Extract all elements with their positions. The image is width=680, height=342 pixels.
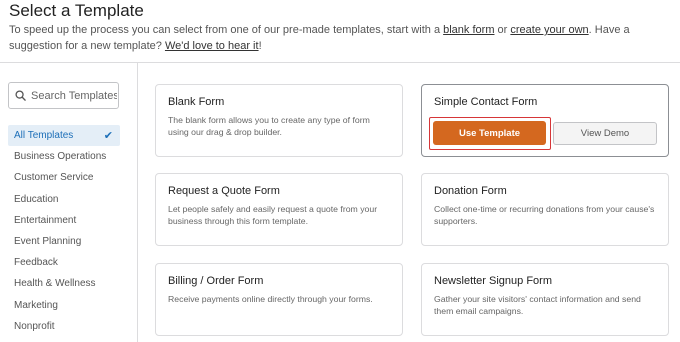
blank-form-link[interactable]: blank form: [443, 24, 494, 36]
template-name: Billing / Order Form: [168, 275, 264, 287]
template-name: Newsletter Signup Form: [434, 275, 552, 287]
category-customer-service[interactable]: Customer Service: [8, 167, 120, 188]
search-input[interactable]: [31, 89, 117, 102]
category-list: All Templates ✔ Business Operations Custo…: [8, 125, 120, 337]
template-description: Collect one-time or recurring donations …: [434, 204, 655, 226]
suggestion-link[interactable]: We'd love to hear it: [165, 40, 259, 52]
category-marketing[interactable]: Marketing: [8, 295, 120, 316]
create-own-link[interactable]: create your own: [510, 24, 588, 36]
category-entertainment[interactable]: Entertainment: [8, 210, 120, 231]
template-name: Request a Quote Form: [168, 185, 280, 197]
category-nonprofit[interactable]: Nonprofit: [8, 316, 120, 337]
template-name: Blank Form: [168, 96, 225, 108]
template-description: Receive payments online directly through…: [168, 294, 373, 304]
template-card-request-quote[interactable]: Request a Quote Form Let people safely a…: [155, 173, 403, 246]
search-box[interactable]: [8, 82, 119, 109]
template-card-billing-order[interactable]: Billing / Order Form Receive payments on…: [155, 263, 403, 336]
header-divider: [0, 62, 680, 63]
category-health-wellness[interactable]: Health & Wellness: [8, 273, 120, 294]
category-education[interactable]: Education: [8, 189, 120, 210]
template-card-newsletter-signup[interactable]: Newsletter Signup Form Gather your site …: [421, 263, 669, 336]
template-description: Let people safely and easily request a q…: [168, 204, 378, 226]
template-description: The blank form allows you to create any …: [168, 115, 370, 137]
intro-text: To speed up the process you can select f…: [9, 24, 630, 52]
checkmark-icon: ✔: [103, 130, 113, 143]
template-description: Gather your site visitors' contact infor…: [434, 294, 641, 316]
category-business-operations[interactable]: Business Operations: [8, 146, 120, 167]
view-demo-button[interactable]: View Demo: [553, 122, 657, 145]
template-name: Simple Contact Form: [434, 96, 538, 108]
sidebar-divider: [137, 63, 138, 342]
category-all-templates[interactable]: All Templates ✔: [8, 125, 120, 147]
page-title: Select a Template: [9, 1, 144, 20]
category-feedback[interactable]: Feedback: [8, 252, 120, 273]
category-event-planning[interactable]: Event Planning: [8, 231, 120, 252]
search-icon: [15, 90, 26, 101]
template-card-donation[interactable]: Donation Form Collect one-time or recurr…: [421, 173, 669, 246]
template-card-blank-form[interactable]: Blank Form The blank form allows you to …: [155, 84, 403, 157]
template-name: Donation Form: [434, 185, 507, 197]
use-template-button[interactable]: Use Template: [433, 121, 546, 145]
